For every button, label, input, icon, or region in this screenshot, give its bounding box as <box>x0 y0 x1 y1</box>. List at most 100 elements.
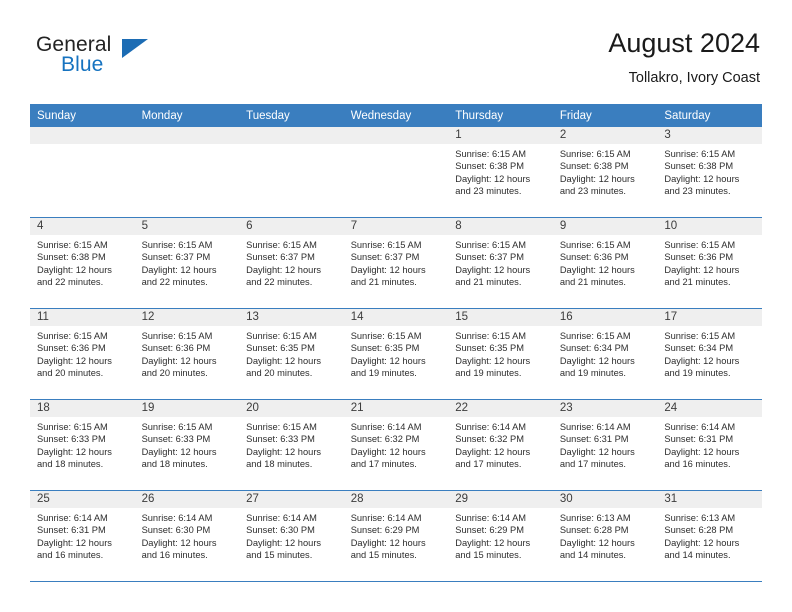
day-cell[interactable]: 6 Sunrise: 6:15 AM Sunset: 6:37 PM Daylight… <box>239 217 344 309</box>
calendar-week-row: 25 Sunrise: 6:14 AM Sunset: 6:31 PM Dayligh… <box>30 490 762 582</box>
sunset-text: Sunset: 6:28 PM <box>559 525 629 536</box>
daylight-text: Daylight: 12 hours and 19 minutes. <box>350 355 426 379</box>
daylight-text: Daylight: 12 hours and 14 minutes. <box>559 537 635 561</box>
title-block: August 2024 Tollakro, Ivory Coast <box>608 26 760 87</box>
day-details: Sunrise: 6:15 AM Sunset: 6:33 PM Daylight:… <box>239 417 344 471</box>
sunrise-text: Sunrise: 6:15 AM <box>664 149 736 159</box>
sunrise-text: Sunrise: 6:15 AM <box>141 240 213 250</box>
sunrise-text: Sunrise: 6:14 AM <box>246 513 317 523</box>
page-title: August 2024 <box>608 28 760 58</box>
sunrise-text: Sunrise: 6:15 AM <box>455 331 527 341</box>
day-cell[interactable]: 1 Sunrise: 6:15 AM Sunset: 6:38 PM Daylight… <box>448 127 553 218</box>
day-number: 18 <box>30 400 135 417</box>
day-cell[interactable]: 23 Sunrise: 6:14 AM Sunset: 6:31 PM Dayligh… <box>552 399 658 491</box>
day-details: Sunrise: 6:15 AM Sunset: 6:36 PM Daylight:… <box>553 235 658 289</box>
day-cell[interactable]: 4 Sunrise: 6:15 AM Sunset: 6:38 PM Daylight… <box>30 217 135 309</box>
day-number <box>343 127 449 144</box>
day-cell[interactable]: 20 Sunrise: 6:15 AM Sunset: 6:33 PM Dayligh… <box>239 399 344 491</box>
sunset-text: Sunset: 6:36 PM <box>37 343 106 354</box>
day-cell[interactable]: 13 Sunrise: 6:15 AM Sunset: 6:35 PM Dayligh… <box>239 308 344 400</box>
sunset-text: Sunset: 6:30 PM <box>246 525 315 536</box>
day-details: Sunrise: 6:14 AM Sunset: 6:32 PM Daylight:… <box>344 417 449 471</box>
day-details: Sunrise: 6:15 AM Sunset: 6:35 PM Daylight:… <box>448 326 553 380</box>
day-cell[interactable]: 19 Sunrise: 6:15 AM Sunset: 6:33 PM Dayligh… <box>134 399 240 491</box>
day-number: 9 <box>552 218 658 235</box>
day-cell[interactable]: 8 Sunrise: 6:15 AM Sunset: 6:37 PM Daylight… <box>448 217 553 309</box>
day-cell[interactable]: 24 Sunrise: 6:14 AM Sunset: 6:31 PM Dayligh… <box>657 399 762 491</box>
sunrise-text: Sunrise: 6:15 AM <box>37 331 108 341</box>
day-cell[interactable]: 17 Sunrise: 6:15 AM Sunset: 6:34 PM Dayligh… <box>657 308 762 400</box>
day-details: Sunrise: 6:14 AM Sunset: 6:32 PM Daylight:… <box>448 417 553 471</box>
day-cell[interactable]: 11 Sunrise: 6:15 AM Sunset: 6:36 PM Dayligh… <box>30 308 135 400</box>
sunset-text: Sunset: 6:37 PM <box>350 252 420 263</box>
day-cell[interactable]: 27 Sunrise: 6:14 AM Sunset: 6:30 PM Dayligh… <box>239 490 344 582</box>
day-details: Sunrise: 6:15 AM Sunset: 6:35 PM Daylight:… <box>239 326 344 380</box>
sunrise-text: Sunrise: 6:15 AM <box>559 240 631 250</box>
daylight-text: Daylight: 12 hours and 19 minutes. <box>559 355 635 379</box>
day-details: Sunrise: 6:15 AM Sunset: 6:33 PM Daylight:… <box>30 417 135 471</box>
day-number: 25 <box>30 491 135 508</box>
day-number: 10 <box>657 218 762 235</box>
day-cell[interactable]: 5 Sunrise: 6:15 AM Sunset: 6:37 PM Daylight… <box>134 217 240 309</box>
day-cell[interactable]: 18 Sunrise: 6:15 AM Sunset: 6:33 PM Dayligh… <box>30 399 135 491</box>
daylight-text: Daylight: 12 hours and 17 minutes. <box>455 446 531 470</box>
day-number: 2 <box>552 127 658 144</box>
calendar-week-row: 1 Sunrise: 6:15 AM Sunset: 6:38 PM Daylight… <box>30 127 762 218</box>
sunrise-text: Sunrise: 6:15 AM <box>141 422 213 432</box>
sunset-text: Sunset: 6:30 PM <box>141 525 211 536</box>
calendar-header-row: Sunday Monday Tuesday Wednesday Thursday… <box>30 104 762 127</box>
calendar-body: 1 Sunrise: 6:15 AM Sunset: 6:38 PM Daylight… <box>30 127 762 582</box>
daylight-text: Daylight: 12 hours and 21 minutes. <box>559 264 635 288</box>
day-number: 3 <box>657 127 762 144</box>
brand-name-general: General <box>36 33 112 56</box>
day-cell[interactable]: 7 Sunrise: 6:15 AM Sunset: 6:37 PM Daylight… <box>343 217 449 309</box>
day-cell[interactable]: 3 Sunrise: 6:15 AM Sunset: 6:38 PM Daylight… <box>657 127 762 218</box>
sunrise-text: Sunrise: 6:15 AM <box>559 149 631 159</box>
day-details: Sunrise: 6:15 AM Sunset: 6:37 PM Daylight:… <box>239 235 344 289</box>
brand-logo[interactable]: General Blue <box>36 34 166 84</box>
day-cell[interactable]: 25 Sunrise: 6:14 AM Sunset: 6:31 PM Dayligh… <box>30 490 135 582</box>
day-number: 11 <box>30 309 135 326</box>
day-cell[interactable]: 28 Sunrise: 6:14 AM Sunset: 6:29 PM Dayligh… <box>343 490 449 582</box>
sunset-text: Sunset: 6:38 PM <box>664 161 734 172</box>
sunrise-text: Sunrise: 6:15 AM <box>350 240 422 250</box>
day-details: Sunrise: 6:15 AM Sunset: 6:37 PM Daylight:… <box>135 235 240 289</box>
day-cell[interactable]: 31 Sunrise: 6:13 AM Sunset: 6:28 PM Dayligh… <box>657 490 762 582</box>
day-details: Sunrise: 6:15 AM Sunset: 6:35 PM Daylight:… <box>344 326 449 380</box>
day-details: Sunrise: 6:14 AM Sunset: 6:31 PM Daylight:… <box>30 508 135 562</box>
day-cell[interactable]: 16 Sunrise: 6:15 AM Sunset: 6:34 PM Dayligh… <box>552 308 658 400</box>
day-details: Sunrise: 6:14 AM Sunset: 6:30 PM Daylight:… <box>135 508 240 562</box>
sunrise-text: Sunrise: 6:15 AM <box>246 331 317 341</box>
day-cell[interactable]: 15 Sunrise: 6:15 AM Sunset: 6:35 PM Dayligh… <box>448 308 553 400</box>
sunset-text: Sunset: 6:33 PM <box>246 434 315 445</box>
day-cell[interactable]: 22 Sunrise: 6:14 AM Sunset: 6:32 PM Dayligh… <box>448 399 553 491</box>
day-cell[interactable]: 26 Sunrise: 6:14 AM Sunset: 6:30 PM Dayligh… <box>134 490 240 582</box>
day-cell[interactable]: 2 Sunrise: 6:15 AM Sunset: 6:38 PM Daylight… <box>552 127 658 218</box>
day-number: 15 <box>448 309 553 326</box>
day-number: 22 <box>448 400 553 417</box>
day-details: Sunrise: 6:13 AM Sunset: 6:28 PM Daylight:… <box>657 508 762 562</box>
daylight-text: Daylight: 12 hours and 22 minutes. <box>246 264 322 288</box>
daylight-text: Daylight: 12 hours and 15 minutes. <box>350 537 426 561</box>
day-cell[interactable]: 29 Sunrise: 6:14 AM Sunset: 6:29 PM Dayligh… <box>448 490 553 582</box>
sunrise-text: Sunrise: 6:14 AM <box>37 513 108 523</box>
weekday-header-thursday: Thursday <box>448 104 553 127</box>
day-cell[interactable]: 21 Sunrise: 6:14 AM Sunset: 6:32 PM Dayligh… <box>343 399 449 491</box>
calendar-table: Sunday Monday Tuesday Wednesday Thursday… <box>30 104 762 582</box>
day-cell[interactable]: 10 Sunrise: 6:15 AM Sunset: 6:36 PM Dayligh… <box>657 217 762 309</box>
sunset-text: Sunset: 6:38 PM <box>559 161 629 172</box>
day-details: Sunrise: 6:14 AM Sunset: 6:29 PM Daylight:… <box>448 508 553 562</box>
sunrise-text: Sunrise: 6:15 AM <box>37 240 108 250</box>
sunrise-text: Sunrise: 6:14 AM <box>455 513 527 523</box>
day-cell[interactable]: 12 Sunrise: 6:15 AM Sunset: 6:36 PM Dayligh… <box>134 308 240 400</box>
weekday-header-sunday: Sunday <box>30 104 135 127</box>
sunset-text: Sunset: 6:32 PM <box>350 434 420 445</box>
day-details: Sunrise: 6:15 AM Sunset: 6:34 PM Daylight:… <box>553 326 658 380</box>
day-number <box>239 127 344 144</box>
daylight-text: Daylight: 12 hours and 18 minutes. <box>37 446 112 470</box>
calendar-week-row: 4 Sunrise: 6:15 AM Sunset: 6:38 PM Daylight… <box>30 217 762 309</box>
day-cell[interactable]: 30 Sunrise: 6:13 AM Sunset: 6:28 PM Dayligh… <box>552 490 658 582</box>
day-cell[interactable]: 9 Sunrise: 6:15 AM Sunset: 6:36 PM Daylight… <box>552 217 658 309</box>
sunset-text: Sunset: 6:38 PM <box>37 252 106 263</box>
day-cell[interactable]: 14 Sunrise: 6:15 AM Sunset: 6:35 PM Dayligh… <box>343 308 449 400</box>
